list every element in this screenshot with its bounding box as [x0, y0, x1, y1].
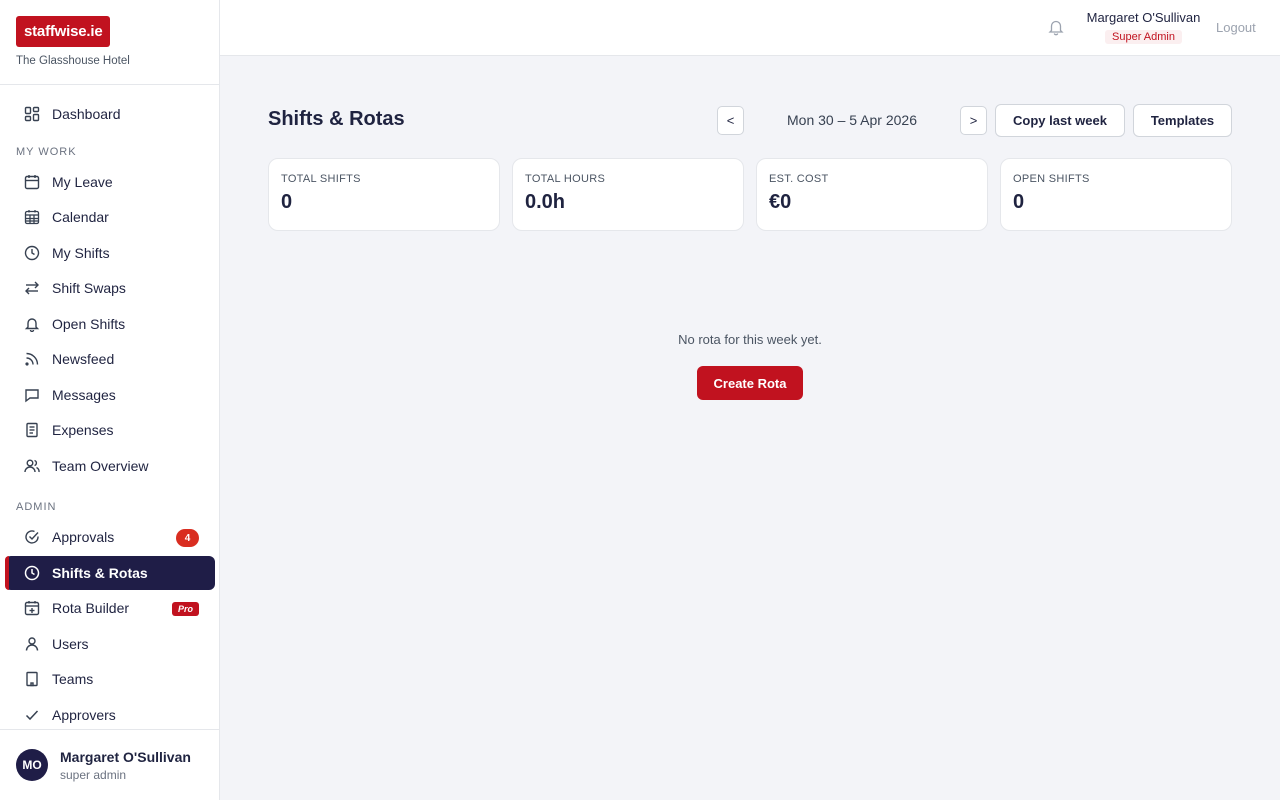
sidebar-item-dashboard[interactable]: Dashboard	[5, 97, 215, 131]
sidebar-item-label: Team Overview	[52, 457, 149, 474]
stat-card-total-hours: TOTAL HOURS 0.0h	[512, 158, 744, 231]
chat-bubble-icon	[24, 387, 40, 403]
receipt-icon	[24, 422, 40, 438]
sidebar-item-label: Approvals	[52, 529, 115, 545]
section-label-my-work: MY WORK	[16, 145, 77, 158]
sidebar-item-label: Dashboard	[52, 106, 121, 122]
stat-label: OPEN SHIFTS	[1013, 173, 1090, 185]
sidebar-item-shift-swaps[interactable]: Shift Swaps	[5, 271, 215, 305]
dashboard-icon	[24, 106, 40, 122]
stat-card-est-cost: EST. COST €0	[756, 158, 988, 231]
organization-name: The Glasshouse Hotel	[16, 55, 130, 67]
create-rota-button[interactable]: Create Rota	[697, 366, 803, 400]
rss-icon	[24, 351, 40, 367]
sidebar-item-calendar[interactable]: Calendar	[5, 200, 215, 234]
copy-last-week-button[interactable]: Copy last week	[995, 104, 1125, 137]
calendar-grid-icon	[24, 209, 40, 225]
page-title: Shifts & Rotas	[268, 108, 405, 130]
role-badge: Super Admin	[1105, 30, 1182, 44]
templates-button[interactable]: Templates	[1133, 104, 1232, 137]
sidebar-item-label: Rota Builder	[52, 600, 130, 616]
bell-icon	[24, 316, 40, 332]
sidebar-item-approvals[interactable]: Approvals 4	[5, 520, 215, 554]
sidebar-item-expenses[interactable]: Expenses	[5, 413, 215, 447]
stat-value: 0	[1013, 191, 1025, 213]
sidebar-item-users[interactable]: Users	[5, 627, 215, 661]
stat-value: 0	[281, 191, 293, 213]
stat-label: TOTAL HOURS	[525, 173, 606, 185]
clock-icon	[24, 245, 40, 261]
current-user: Margaret O'Sullivan Super Admin	[1081, 10, 1206, 45]
sidebar-item-label: Teams	[52, 671, 94, 687]
sidebar-item-my-leave[interactable]: My Leave	[5, 165, 215, 199]
sidebar-item-label: Calendar	[52, 209, 109, 225]
sidebar-item-label: Shifts & Rotas	[52, 564, 148, 581]
sidebar-item-my-shifts[interactable]: My Shifts	[5, 236, 215, 270]
sidebar-item-label: My Shifts	[52, 244, 110, 261]
empty-state-message: No rota for this week yet.	[678, 332, 822, 347]
pro-badge: Pro	[171, 602, 199, 616]
sidebar-item-shifts-rotas[interactable]: Shifts & Rotas	[5, 555, 215, 590]
sidebar-item-label: Shift Swaps	[52, 280, 126, 296]
sidebar-item-label: Expenses	[52, 422, 114, 438]
sidebar-item-team-overview[interactable]: Team Overview	[5, 449, 215, 483]
check-circle-icon	[24, 529, 40, 545]
sidebar-item-label: Open Shifts	[52, 315, 126, 332]
sidebar-user-profile[interactable]: MO Margaret O'Sullivan super admin	[0, 729, 219, 800]
previous-week-button[interactable]: <	[717, 106, 744, 135]
sidebar-item-label: Newsfeed	[52, 351, 115, 367]
sidebar-item-rota-builder[interactable]: Rota Builder Pro	[5, 591, 215, 625]
sidebar-item-label: Approvers	[52, 706, 116, 723]
stat-card-total-shifts: TOTAL SHIFTS 0	[268, 158, 500, 231]
sidebar: staffwise.ie The Glasshouse Hotel Dashbo…	[0, 0, 220, 800]
stat-label: TOTAL SHIFTS	[281, 173, 361, 185]
sidebar-item-teams[interactable]: Teams	[5, 662, 215, 696]
staffwise-logo[interactable]: staffwise.ie	[16, 16, 111, 47]
sidebar-item-label: My Leave	[52, 173, 113, 190]
stat-value: €0	[769, 191, 792, 213]
sidebar-item-newsfeed[interactable]: Newsfeed	[5, 342, 215, 376]
stat-card-open-shifts: OPEN SHIFTS 0	[1000, 158, 1232, 231]
stat-label: EST. COST	[769, 173, 829, 185]
stat-value: 0.0h	[525, 191, 566, 213]
user-icon	[24, 636, 40, 652]
logout-link[interactable]: Logout	[1216, 20, 1256, 35]
sidebar-item-label: Users	[52, 635, 89, 652]
brand-header: staffwise.ie The Glasshouse Hotel	[0, 0, 219, 85]
calendar-plus-icon	[24, 600, 40, 616]
notifications-bell-icon[interactable]	[1047, 18, 1065, 36]
sidebar-item-messages[interactable]: Messages	[5, 378, 215, 412]
avatar: MO	[16, 749, 48, 781]
section-label-admin: ADMIN	[16, 501, 57, 513]
calendar-icon	[24, 174, 40, 190]
profile-role: super admin	[60, 767, 127, 782]
users-group-icon	[24, 458, 40, 474]
sidebar-item-open-shifts[interactable]: Open Shifts	[5, 307, 215, 341]
sidebar-item-label: Messages	[52, 386, 116, 403]
clock-icon	[24, 565, 40, 581]
swap-arrows-icon	[24, 280, 40, 296]
top-bar: Margaret O'Sullivan Super Admin Logout	[220, 0, 1280, 56]
profile-name: Margaret O'Sullivan	[60, 748, 191, 765]
building-icon	[24, 671, 40, 687]
approvals-count-badge: 4	[176, 529, 199, 547]
check-icon	[24, 707, 40, 723]
next-week-button[interactable]: >	[960, 106, 987, 135]
sidebar-nav: Dashboard MY WORK My Leave Calendar My S…	[0, 97, 220, 733]
week-range-label: Mon 30 – 5 Apr 2026	[787, 112, 917, 128]
user-name: Margaret O'Sullivan	[1086, 10, 1201, 25]
sidebar-item-approvers[interactable]: Approvers	[5, 698, 215, 732]
